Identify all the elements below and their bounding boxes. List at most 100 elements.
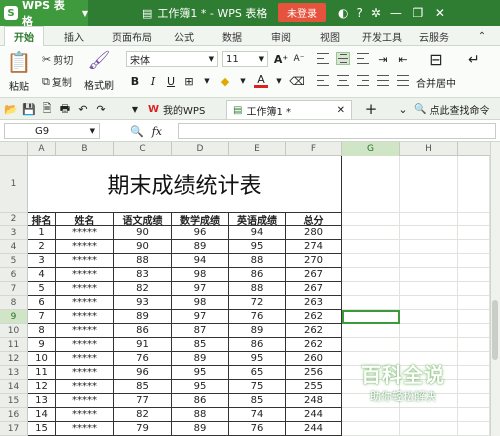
table-data-cell[interactable]: 267 xyxy=(286,268,342,282)
italic-button[interactable]: I xyxy=(146,74,160,88)
table-data-cell[interactable]: 248 xyxy=(286,394,342,408)
table-data-cell[interactable]: 88 xyxy=(114,254,172,268)
table-data-cell[interactable]: 85 xyxy=(172,338,229,352)
table-data-cell[interactable]: ***** xyxy=(56,366,114,380)
table-data-cell[interactable]: 11 xyxy=(28,366,56,380)
tab-cloud[interactable]: 云服务 xyxy=(414,26,454,46)
grid-cell[interactable] xyxy=(458,422,490,436)
justify-icon[interactable] xyxy=(376,74,390,87)
table-data-cell[interactable]: 95 xyxy=(172,380,229,394)
bold-button[interactable]: B xyxy=(128,74,142,88)
table-data-cell[interactable]: 97 xyxy=(172,282,229,296)
table-header-cell[interactable]: 数学成绩 xyxy=(172,213,229,226)
table-data-cell[interactable]: ***** xyxy=(56,408,114,422)
shrink-font-button[interactable]: A⁻ xyxy=(292,52,306,66)
customize-dropdown-icon[interactable]: ▼ xyxy=(128,102,142,116)
grid-cell[interactable] xyxy=(458,338,490,352)
tab-home[interactable]: 开始 xyxy=(4,26,44,46)
row-header[interactable]: 1 xyxy=(0,156,28,213)
border-icon[interactable]: ⊞ xyxy=(182,74,196,88)
grid-cell[interactable] xyxy=(458,156,490,213)
close-button[interactable]: ✕ xyxy=(433,6,447,20)
grid-cell[interactable] xyxy=(400,226,458,240)
name-box[interactable]: G9 ▼ xyxy=(4,123,100,139)
ribbon-collapse-icon[interactable]: ⌃ xyxy=(470,26,494,46)
table-data-cell[interactable]: 89 xyxy=(114,310,172,324)
grid-cell[interactable] xyxy=(400,240,458,254)
grid-cell[interactable] xyxy=(400,338,458,352)
grid-cell[interactable] xyxy=(400,282,458,296)
restore-button[interactable]: ❐ xyxy=(411,6,425,20)
new-tab-icon[interactable]: + xyxy=(364,100,378,118)
table-data-cell[interactable]: 96 xyxy=(114,366,172,380)
zoom-icon[interactable]: 🔍 xyxy=(130,125,144,138)
table-data-cell[interactable]: 86 xyxy=(172,394,229,408)
format-painter-button[interactable]: 🖌 格式刷 xyxy=(84,50,114,94)
tab-insert[interactable]: 插入 xyxy=(56,26,92,46)
indent-icon[interactable]: ⇥ xyxy=(376,52,390,66)
tab-page-layout[interactable]: 页面布局 xyxy=(104,26,160,46)
grid-cell[interactable] xyxy=(400,213,458,226)
scrollbar-thumb[interactable] xyxy=(492,300,498,360)
row-header[interactable]: 10 xyxy=(0,324,28,338)
table-data-cell[interactable]: 10 xyxy=(28,352,56,366)
table-data-cell[interactable]: 90 xyxy=(114,240,172,254)
table-data-cell[interactable]: 95 xyxy=(172,366,229,380)
align-middle-icon[interactable] xyxy=(336,52,350,65)
grid-cell[interactable] xyxy=(342,240,400,254)
table-data-cell[interactable]: 82 xyxy=(114,282,172,296)
tab-my-wps[interactable]: W 我的WPS xyxy=(142,100,211,119)
table-data-cell[interactable]: 4 xyxy=(28,268,56,282)
table-data-cell[interactable]: 85 xyxy=(114,380,172,394)
app-menu-button[interactable]: S WPS 表格 ▼ xyxy=(0,0,88,28)
table-data-cell[interactable]: 91 xyxy=(114,338,172,352)
clear-format-icon[interactable]: ⌫ xyxy=(289,74,305,88)
table-data-cell[interactable]: 96 xyxy=(172,226,229,240)
table-data-cell[interactable]: 1 xyxy=(28,226,56,240)
grid-cell[interactable] xyxy=(342,324,400,338)
cut-button[interactable]: ✂ 剪切 xyxy=(42,52,73,67)
grid-cell[interactable] xyxy=(458,324,490,338)
table-data-cell[interactable]: 2 xyxy=(28,240,56,254)
row-header[interactable]: 2 xyxy=(0,213,28,226)
row-header[interactable]: 5 xyxy=(0,254,28,268)
table-data-cell[interactable]: 88 xyxy=(229,282,286,296)
table-data-cell[interactable]: 72 xyxy=(229,296,286,310)
table-data-cell[interactable]: 98 xyxy=(172,296,229,310)
row-header[interactable]: 17 xyxy=(0,422,28,436)
paste-button[interactable]: 📋 粘贴 xyxy=(6,50,32,94)
align-right-icon[interactable] xyxy=(356,74,370,87)
grid-cell[interactable] xyxy=(342,226,400,240)
table-data-cell[interactable]: 98 xyxy=(172,268,229,282)
wrap-text-icon[interactable]: ↵ xyxy=(468,52,480,68)
align-center-icon[interactable] xyxy=(336,74,350,87)
table-data-cell[interactable]: 9 xyxy=(28,338,56,352)
grid-cell[interactable] xyxy=(400,156,458,213)
row-header[interactable]: 14 xyxy=(0,380,28,394)
table-data-cell[interactable]: 77 xyxy=(114,394,172,408)
tab-developer[interactable]: 开发工具 xyxy=(356,26,408,46)
table-data-cell[interactable]: 83 xyxy=(114,268,172,282)
table-header-cell[interactable]: 语文成绩 xyxy=(114,213,172,226)
table-data-cell[interactable]: 75 xyxy=(229,380,286,394)
table-data-cell[interactable]: 8 xyxy=(28,324,56,338)
grid-cell[interactable] xyxy=(458,408,490,422)
table-data-cell[interactable]: 262 xyxy=(286,338,342,352)
table-data-cell[interactable]: 262 xyxy=(286,324,342,338)
tab-data[interactable]: 数据 xyxy=(214,26,250,46)
column-header-a[interactable]: A xyxy=(28,142,56,156)
row-header[interactable]: 3 xyxy=(0,226,28,240)
table-data-cell[interactable]: ***** xyxy=(56,422,114,436)
grid-cell[interactable] xyxy=(342,254,400,268)
table-data-cell[interactable]: 85 xyxy=(229,394,286,408)
grid-cell[interactable] xyxy=(400,268,458,282)
grid-cell[interactable] xyxy=(458,394,490,408)
chevron-down-icon[interactable]: ▼ xyxy=(200,74,214,88)
settings-icon[interactable]: ✲ xyxy=(371,6,381,20)
row-header[interactable]: 16 xyxy=(0,408,28,422)
font-color-button[interactable]: A xyxy=(254,73,268,88)
table-data-cell[interactable]: ***** xyxy=(56,338,114,352)
table-data-cell[interactable]: ***** xyxy=(56,254,114,268)
font-name-select[interactable]: 宋体 ▼ xyxy=(126,51,218,67)
table-data-cell[interactable]: 270 xyxy=(286,254,342,268)
